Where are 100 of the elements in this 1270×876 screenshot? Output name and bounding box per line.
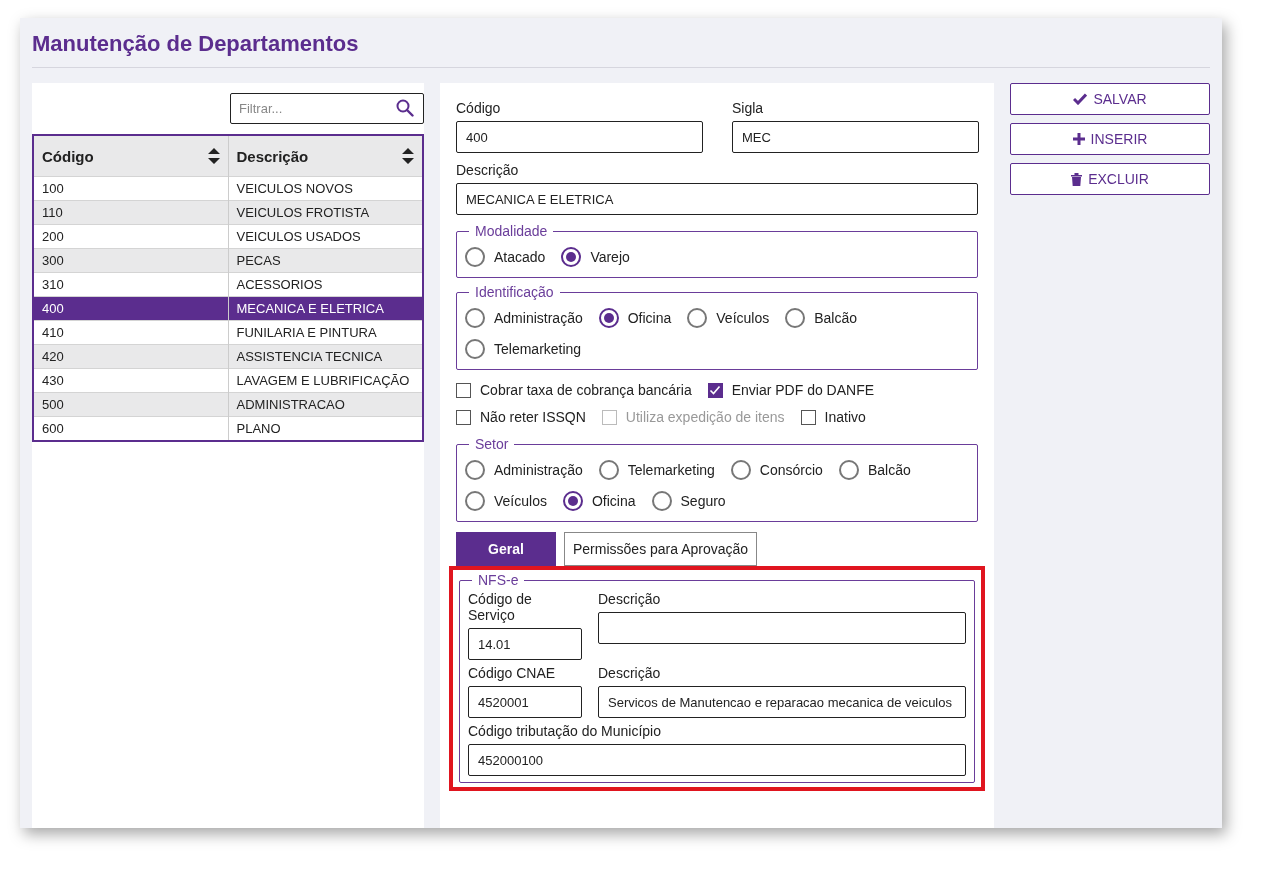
radio-option[interactable]: Seguro <box>651 491 726 511</box>
field-label: Descrição <box>456 161 520 180</box>
table-cell: 420 <box>33 344 228 369</box>
field-label: Sigla <box>732 99 765 118</box>
field-label: Descrição <box>598 664 662 683</box>
table-cell: 400 <box>33 296 228 321</box>
radio-button[interactable] <box>561 247 582 267</box>
table-cell: FUNILARIA E PINTURA <box>228 320 423 345</box>
radio-option[interactable]: Oficina <box>598 308 672 328</box>
radio-button[interactable] <box>785 308 806 328</box>
table-row[interactable]: 100 VEICULOS NOVOS <box>33 176 423 201</box>
column-header[interactable]: Descrição <box>228 135 423 177</box>
radio-button[interactable] <box>651 491 672 511</box>
radio-option[interactable]: Administração <box>465 308 583 328</box>
radio-option[interactable]: Veículos <box>687 308 770 328</box>
field-label: Código <box>456 99 502 118</box>
radio-option[interactable]: Atacado <box>465 247 546 267</box>
radio-button[interactable] <box>838 460 859 480</box>
cnae-description-field[interactable]: Servicos de Manutencao e reparacao mecanica de veiculos <box>598 686 966 718</box>
radio-option[interactable]: Telemarketing <box>465 339 582 359</box>
radio-option[interactable]: Balcão <box>838 460 911 480</box>
table-row[interactable]: 500 ADMINISTRACAO <box>33 392 423 417</box>
checkbox-option[interactable]: Enviar PDF do DANFE <box>707 382 875 398</box>
radio-option[interactable]: Telemarketing <box>598 460 715 480</box>
table-cell: PECAS <box>228 248 423 273</box>
column-header[interactable]: Código <box>33 135 228 177</box>
table-row[interactable]: 310 ACESSORIOS <box>33 272 423 297</box>
checkbox[interactable] <box>707 382 723 398</box>
description-field[interactable]: MECANICA E ELETRICA <box>456 183 978 215</box>
tab[interactable]: Geral <box>456 532 556 566</box>
code-field[interactable]: 400 <box>456 121 703 153</box>
checkbox[interactable] <box>800 409 816 425</box>
table-cell: ADMINISTRACAO <box>228 392 423 417</box>
field-label: Código tributação do Município <box>468 722 662 741</box>
table-cell: PLANO <box>228 416 423 441</box>
radio-button[interactable] <box>562 491 583 511</box>
radio-option[interactable]: Administração <box>465 460 583 480</box>
radio-option[interactable]: Veículos <box>465 491 547 511</box>
table-cell: 600 <box>33 416 228 441</box>
radio-button[interactable] <box>730 460 751 480</box>
checkbox-option[interactable]: Cobrar taxa de cobrança bancária <box>456 382 692 398</box>
field-label: Descrição <box>598 590 662 609</box>
service-description-field[interactable] <box>598 612 966 644</box>
checkbox[interactable] <box>456 382 471 398</box>
action-button[interactable]: SALVAR <box>1010 83 1210 115</box>
acronym-field[interactable]: MEC <box>732 121 979 153</box>
radio-option[interactable]: Consórcio <box>730 460 823 480</box>
table-cell: 300 <box>33 248 228 273</box>
tax-code-field[interactable]: 452000100 <box>468 744 966 776</box>
radio-option[interactable]: Varejo <box>561 247 630 267</box>
radio-option[interactable]: Oficina <box>562 491 636 511</box>
plus-icon <box>1072 133 1085 145</box>
table-row[interactable]: 110 VEICULOS FROTISTA <box>33 200 423 225</box>
filter-field[interactable]: Filtrar... <box>230 93 424 124</box>
radio-button[interactable] <box>465 460 485 480</box>
radio-button[interactable] <box>598 460 619 480</box>
group-legend: Identificação <box>469 284 560 300</box>
table-cell: MECANICA E ELETRICA <box>228 296 423 321</box>
table-cell: 410 <box>33 320 228 345</box>
service-code-field[interactable]: 14.01 <box>468 628 582 660</box>
action-button[interactable]: EXCLUIR <box>1010 163 1210 195</box>
radio-button[interactable] <box>465 308 485 328</box>
table-row[interactable]: 200 VEICULOS USADOS <box>33 224 423 249</box>
sort-icon[interactable] <box>402 148 414 164</box>
sort-icon[interactable] <box>207 148 220 164</box>
cnae-code-field[interactable]: 4520001 <box>468 686 582 718</box>
group-legend: Setor <box>469 436 515 452</box>
table-row[interactable]: 410 FUNILARIA E PINTURA <box>33 320 423 345</box>
table-cell: 110 <box>33 200 228 225</box>
table-row[interactable]: 420 ASSISTENCIA TECNICA <box>33 344 423 369</box>
radio-option[interactable]: Balcão <box>785 308 858 328</box>
table-cell: 200 <box>33 224 228 249</box>
table-cell: 100 <box>33 176 228 201</box>
table-cell: VEICULOS NOVOS <box>228 176 423 201</box>
table-row[interactable]: 300 PECAS <box>33 248 423 273</box>
search-icon[interactable] <box>396 99 414 117</box>
group-legend: NFS-e <box>472 572 525 588</box>
table-cell: ACESSORIOS <box>228 272 423 297</box>
table-cell: 430 <box>33 368 228 393</box>
table-row[interactable]: 600 PLANO <box>33 416 423 441</box>
checkbox-option[interactable]: Inativo <box>800 409 866 425</box>
page-title: Manutenção de Departamentos <box>32 18 1210 68</box>
radio-button[interactable] <box>465 247 485 267</box>
action-button[interactable]: INSERIR <box>1010 123 1210 155</box>
table-row[interactable]: 430 LAVAGEM E LUBRIFICAÇÃO <box>33 368 423 393</box>
radio-button[interactable] <box>687 308 708 328</box>
group-legend: Modalidade <box>469 223 554 239</box>
radio-button[interactable] <box>598 308 619 328</box>
radio-button[interactable] <box>465 491 485 511</box>
table-cell: LAVAGEM E LUBRIFICAÇÃO <box>228 368 423 393</box>
table-cell: VEICULOS FROTISTA <box>228 200 423 225</box>
checkbox-option[interactable]: Não reter ISSQN <box>456 409 586 425</box>
checkbox[interactable] <box>456 409 471 425</box>
table-cell: ASSISTENCIA TECNICA <box>228 344 423 369</box>
radio-button[interactable] <box>465 339 485 359</box>
tab[interactable]: Permissões para Aprovação <box>564 532 758 566</box>
table-cell: 310 <box>33 272 228 297</box>
table-row[interactable]: 400 MECANICA E ELETRICA <box>33 296 423 321</box>
table-cell: 500 <box>33 392 228 417</box>
table-cell: VEICULOS USADOS <box>228 224 423 249</box>
